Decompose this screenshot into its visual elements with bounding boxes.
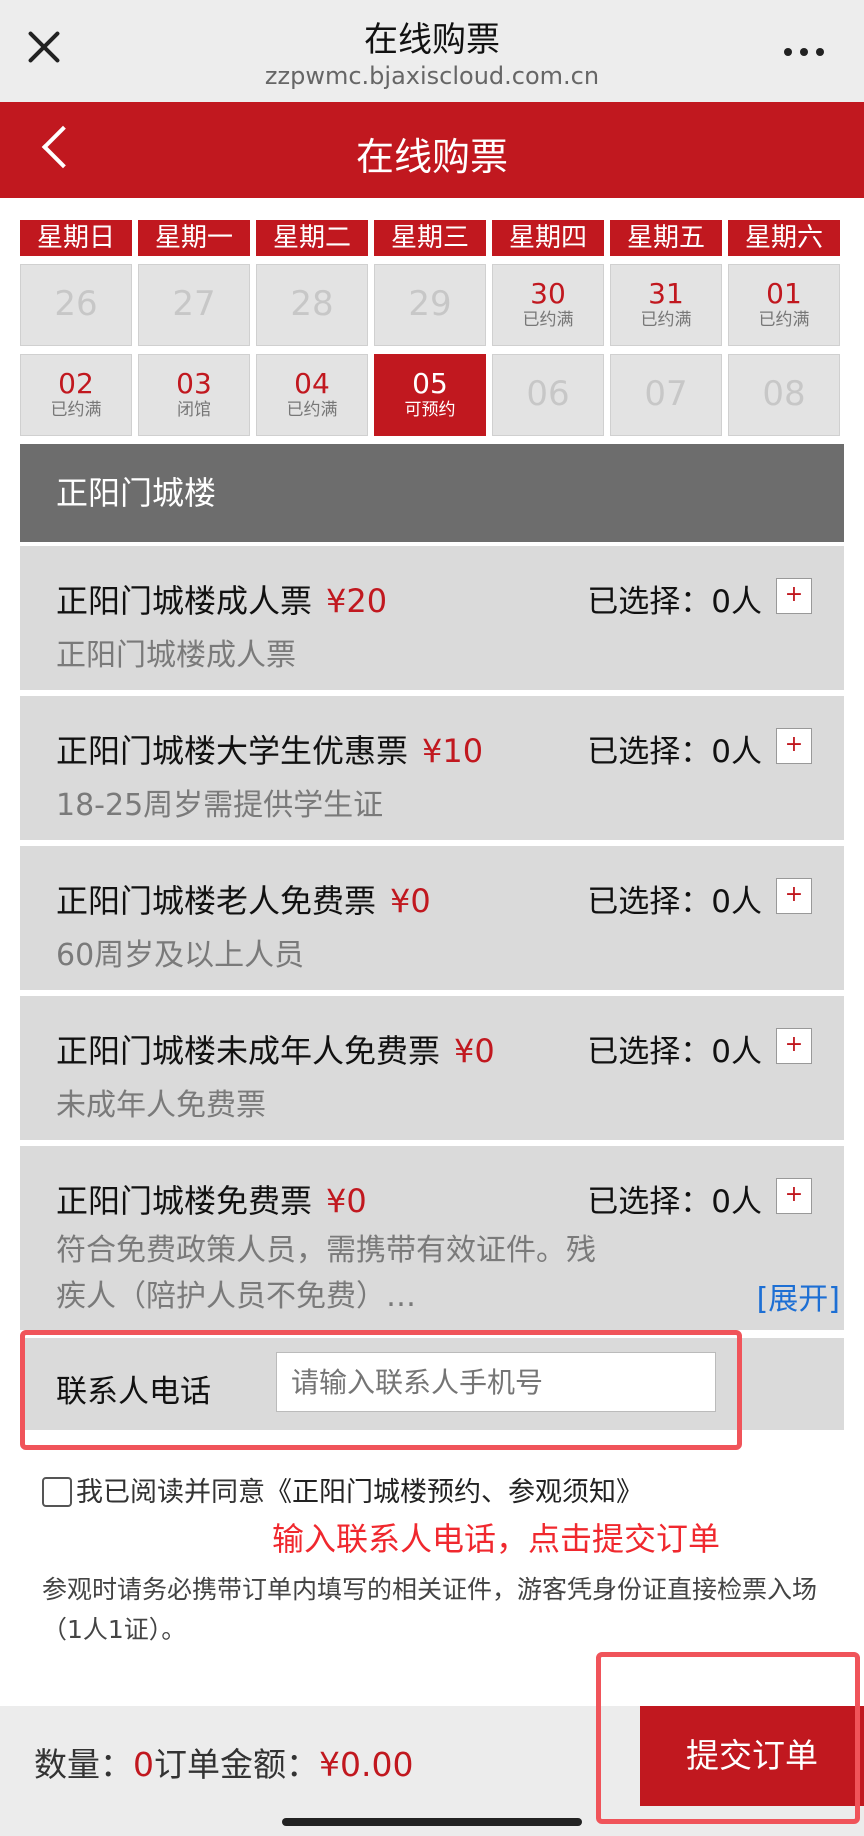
weekday-fri: 星期五 bbox=[610, 220, 722, 256]
plus-icon[interactable]: + bbox=[776, 728, 812, 764]
expand-link[interactable]: [展开] bbox=[757, 1274, 840, 1318]
ticket-desc: 未成年人免费票 bbox=[56, 1088, 266, 1123]
ticket-item: 正阳门城楼大学生优惠票 ¥10 18-25周岁需提供学生证 已选择：0人 + bbox=[20, 696, 844, 840]
ticket-price: ¥10 bbox=[422, 732, 484, 770]
visit-notice: 参观时请务必携带订单内填写的相关证件，游客凭身份证直接检票入场（1人1证）。 bbox=[42, 1575, 818, 1644]
calendar-day[interactable]: 01 已约满 bbox=[728, 264, 840, 346]
order-summary: 数量：0订单金额：¥0.00 bbox=[34, 1738, 413, 1786]
ticket-desc: 60周岁及以上人员 bbox=[56, 938, 305, 973]
plus-icon[interactable]: + bbox=[776, 578, 812, 614]
browser-title: 在线购票 bbox=[364, 20, 500, 60]
agreement-text: 我已阅读并同意 bbox=[76, 1477, 265, 1508]
ticket-selected-count: 已选择：0人 bbox=[587, 1034, 762, 1070]
ticket-item: 正阳门城楼未成年人免费票 ¥0 未成年人免费票 已选择：0人 + bbox=[20, 996, 844, 1140]
ticket-price: ¥0 bbox=[326, 1182, 367, 1220]
calendar-weekdays: 星期日 星期一 星期二 星期三 星期四 星期五 星期六 bbox=[20, 220, 844, 256]
calendar-day-selected[interactable]: 05 可预约 bbox=[374, 354, 486, 436]
weekday-sun: 星期日 bbox=[20, 220, 132, 256]
weekday-thu: 星期四 bbox=[492, 220, 604, 256]
ticket-name: 正阳门城楼成人票 bbox=[56, 582, 313, 620]
more-icon[interactable] bbox=[784, 48, 824, 56]
weekday-mon: 星期一 bbox=[138, 220, 250, 256]
calendar-day: 26 bbox=[20, 264, 132, 346]
calendar-day: 06 bbox=[492, 354, 604, 436]
calendar-day: 27 bbox=[138, 264, 250, 346]
plus-icon[interactable]: + bbox=[776, 1178, 812, 1214]
ticket-name: 正阳门城楼免费票 bbox=[56, 1182, 313, 1220]
ticket-item: 正阳门城楼成人票 ¥20 正阳门城楼成人票 已选择：0人 + bbox=[20, 546, 844, 690]
weekday-wed: 星期三 bbox=[374, 220, 486, 256]
highlight-box-contact bbox=[20, 1330, 742, 1450]
calendar-day[interactable]: 04 已约满 bbox=[256, 354, 368, 436]
browser-header: 在线购票 zzpwmc.bjaxiscloud.com.cn bbox=[0, 0, 864, 102]
qty-label: 数量： bbox=[34, 1745, 133, 1784]
ticket-desc: 符合免费政策人员，需携带有效证件。残疾人（陪护人员不免费）… bbox=[56, 1233, 596, 1314]
ticket-item: 正阳门城楼免费票 ¥0 符合免费政策人员，需携带有效证件。残疾人（陪护人员不免费）… bbox=[20, 1146, 844, 1330]
ticket-selected-count: 已选择：0人 bbox=[587, 734, 762, 770]
calendar-day: 07 bbox=[610, 354, 722, 436]
ticket-price: ¥0 bbox=[390, 882, 431, 920]
app-header: 在线购票 bbox=[0, 102, 864, 198]
ticket-name: 正阳门城楼大学生优惠票 bbox=[56, 732, 409, 770]
calendar-day[interactable]: 02 已约满 bbox=[20, 354, 132, 436]
ticket-price: ¥20 bbox=[326, 582, 388, 620]
ticket-selected-count: 已选择：0人 bbox=[587, 884, 762, 920]
annotation-text: 输入联系人电话，点击提交订单 bbox=[272, 1520, 721, 1558]
amount-label: 订单金额： bbox=[154, 1745, 319, 1784]
plus-icon[interactable]: + bbox=[776, 878, 812, 914]
ticket-name: 正阳门城楼老人免费票 bbox=[56, 882, 377, 920]
calendar-day: 29 bbox=[374, 264, 486, 346]
plus-icon[interactable]: + bbox=[776, 1028, 812, 1064]
agreement-link[interactable]: 《正阳门城楼预约、参观须知》 bbox=[265, 1477, 643, 1508]
ticket-item: 正阳门城楼老人免费票 ¥0 60周岁及以上人员 已选择：0人 + bbox=[20, 846, 844, 990]
highlight-box-submit bbox=[596, 1652, 860, 1824]
weekday-tue: 星期二 bbox=[256, 220, 368, 256]
amount-value: ¥0.00 bbox=[319, 1745, 414, 1784]
calendar-day[interactable]: 03 闭馆 bbox=[138, 354, 250, 436]
calendar-day[interactable]: 30 已约满 bbox=[492, 264, 604, 346]
ticket-desc: 正阳门城楼成人票 bbox=[56, 638, 296, 673]
page-title: 在线购票 bbox=[355, 135, 508, 179]
ticket-selected-count: 已选择：0人 bbox=[587, 1184, 762, 1220]
browser-url: zzpwmc.bjaxiscloud.com.cn bbox=[264, 62, 600, 90]
venue-title: 正阳门城楼 bbox=[20, 444, 844, 542]
home-indicator bbox=[282, 1818, 582, 1826]
calendar-day[interactable]: 31 已约满 bbox=[610, 264, 722, 346]
ticket-name: 正阳门城楼未成年人免费票 bbox=[56, 1032, 441, 1070]
ticket-desc: 18-25周岁需提供学生证 bbox=[56, 788, 384, 823]
weekday-sat: 星期六 bbox=[728, 220, 840, 256]
ticket-selected-count: 已选择：0人 bbox=[587, 584, 762, 620]
calendar-day: 28 bbox=[256, 264, 368, 346]
qty-value: 0 bbox=[133, 1745, 154, 1784]
agreement-checkbox[interactable] bbox=[42, 1477, 72, 1507]
calendar-day: 08 bbox=[728, 354, 840, 436]
ticket-price: ¥0 bbox=[454, 1032, 495, 1070]
agreement-row[interactable]: 我已阅读并同意《正阳门城楼预约、参观须知》 bbox=[42, 1470, 643, 1509]
